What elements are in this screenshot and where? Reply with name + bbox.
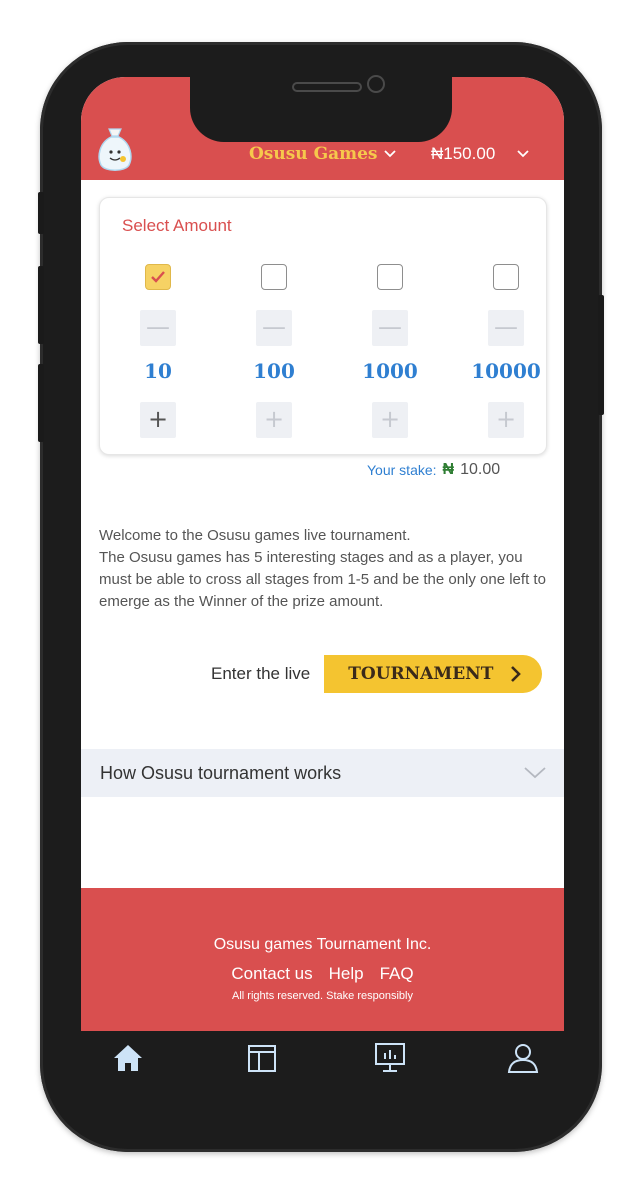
amount-value: 1000 — [362, 359, 418, 383]
brand-name: Osusu Games — [249, 144, 378, 164]
naira-icon: ₦ — [442, 461, 455, 478]
amount-option: — 1000 + — [360, 264, 420, 438]
decrease-button[interactable]: — — [372, 310, 408, 346]
footer-links: Contact us Help FAQ — [81, 964, 564, 984]
accordion-title: How Osusu tournament works — [100, 762, 342, 783]
window-icon[interactable] — [245, 1041, 279, 1075]
speaker-grille — [292, 82, 362, 92]
chevron-down-icon — [524, 767, 546, 779]
app-screen: Osusu Games ₦150.00 Select Amount — 10 + — [81, 77, 564, 1107]
stake-value: 10.00 — [460, 461, 501, 478]
home-icon[interactable] — [111, 1041, 145, 1075]
mute-switch — [38, 192, 44, 234]
intro-line: Welcome to the Osusu games live tourname… — [99, 527, 411, 544]
decrease-button[interactable]: — — [140, 310, 176, 346]
amount-checkbox[interactable] — [377, 264, 403, 290]
volume-down-button — [38, 364, 44, 442]
brand-menu[interactable]: Osusu Games — [249, 144, 396, 164]
faq-link[interactable]: FAQ — [380, 964, 414, 984]
intro-text: Welcome to the Osusu games live tourname… — [99, 525, 549, 613]
intro-line: The Osusu games has 5 interesting stages… — [99, 549, 546, 610]
money-bag-icon[interactable] — [95, 127, 135, 173]
amount-value: 10000 — [471, 359, 541, 383]
amount-checkbox[interactable] — [493, 264, 519, 290]
checkmark-icon — [151, 271, 165, 283]
select-amount-title: Select Amount — [122, 216, 232, 235]
amount-option: — 10000 + — [471, 264, 541, 438]
balance-amount: ₦150.00 — [431, 144, 496, 163]
front-camera — [367, 75, 385, 93]
stake-summary: Your stake: ₦ 10.00 — [367, 461, 500, 479]
legal-text: All rights reserved. Stake responsibly — [232, 990, 413, 1002]
increase-button[interactable]: + — [140, 402, 176, 438]
decrease-button[interactable]: — — [256, 310, 292, 346]
footer: Osusu games Tournament Inc. Contact us H… — [81, 888, 564, 1031]
chevron-down-icon — [383, 150, 396, 158]
chevron-right-icon — [511, 666, 522, 682]
stake-label: Your stake: — [367, 462, 437, 478]
bottom-nav — [81, 1031, 564, 1107]
user-icon[interactable] — [506, 1041, 540, 1075]
volume-up-button — [38, 266, 44, 344]
how-it-works-accordion[interactable]: How Osusu tournament works — [81, 749, 564, 797]
power-button — [598, 295, 604, 415]
increase-button[interactable]: + — [256, 402, 292, 438]
tournament-button[interactable]: TOURNAMENT — [324, 655, 543, 693]
help-link[interactable]: Help — [329, 964, 364, 984]
increase-button[interactable]: + — [488, 402, 524, 438]
select-amount-card: Select Amount — 10 + — 100 + — 1000 + — … — [99, 197, 547, 455]
amount-option: — 100 + — [244, 264, 304, 438]
presentation-icon[interactable] — [373, 1041, 407, 1075]
balance-menu[interactable]: ₦150.00 — [431, 144, 529, 164]
increase-button[interactable]: + — [372, 402, 408, 438]
company-name: Osusu games Tournament Inc. — [213, 936, 432, 953]
contact-link[interactable]: Contact us — [231, 964, 312, 984]
enter-tournament-row: Enter the live TOURNAMENT — [211, 655, 543, 693]
chevron-down-icon — [517, 150, 529, 158]
amount-value: 100 — [253, 359, 295, 383]
enter-live-label: Enter the live — [211, 664, 311, 683]
decrease-button[interactable]: — — [488, 310, 524, 346]
amount-checkbox[interactable] — [145, 264, 171, 290]
amount-value: 10 — [144, 359, 172, 383]
tournament-button-label: TOURNAMENT — [348, 664, 494, 684]
amount-option: — 10 + — [128, 264, 188, 438]
amount-checkbox[interactable] — [261, 264, 287, 290]
